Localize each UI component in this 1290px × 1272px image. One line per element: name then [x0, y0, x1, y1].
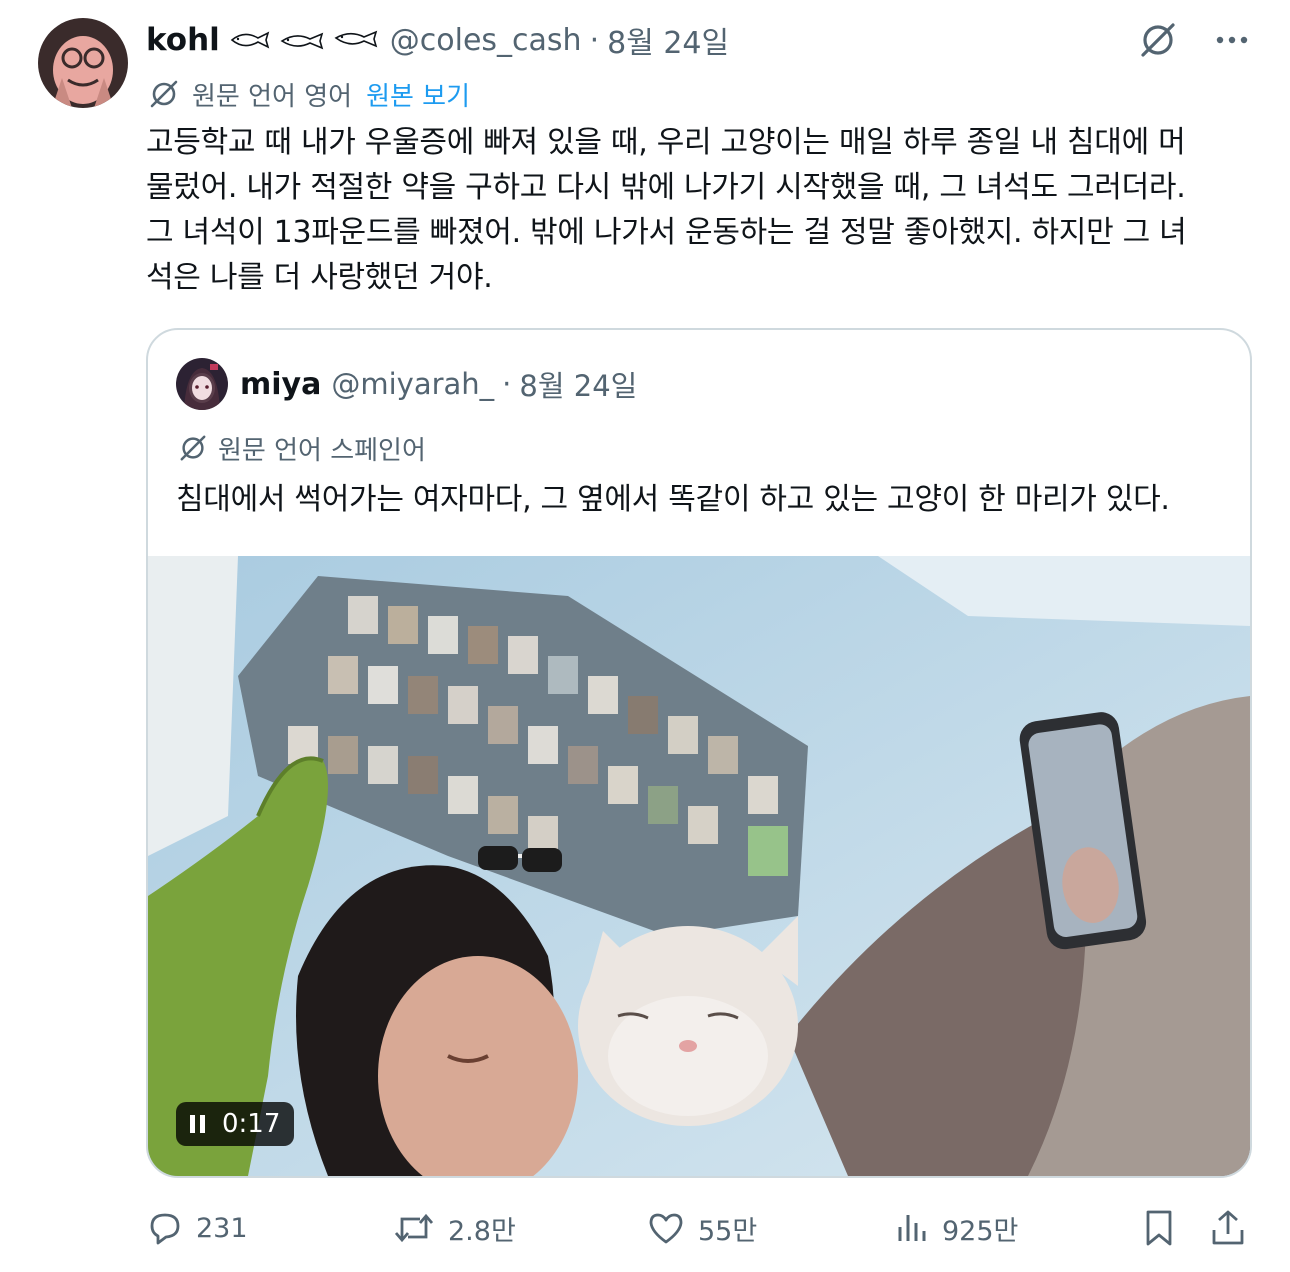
views-button[interactable]: 925만 — [894, 1200, 1018, 1256]
repost-count: 2.8만 — [448, 1215, 516, 1247]
quote-author-handle[interactable]: @miyarah_ — [331, 367, 494, 401]
tweet-top-actions — [1138, 20, 1250, 60]
tweet-date[interactable]: 8월 24일 — [607, 18, 729, 62]
video-frame — [148, 556, 1250, 1176]
fish-icon — [334, 30, 378, 48]
share-icon — [1212, 1210, 1244, 1245]
like-button[interactable]: 55만 — [646, 1200, 757, 1256]
translate-icon — [180, 435, 206, 461]
tweet-header: kohl @coles_cash · 8월 24일 — [146, 18, 729, 62]
separator-dot: · — [589, 22, 600, 58]
heart-icon — [649, 1213, 683, 1244]
quote-separator-dot: · — [502, 367, 512, 401]
translate-icon — [150, 80, 178, 108]
video-time: 0:17 — [222, 1109, 281, 1139]
author-avatar[interactable] — [38, 18, 128, 108]
fish-icon — [280, 32, 324, 50]
fish-emoji-icons — [230, 30, 378, 50]
author-handle[interactable]: @coles_cash — [390, 23, 582, 58]
bookmark-icon — [1146, 1210, 1172, 1246]
share-button[interactable] — [1210, 1200, 1246, 1256]
quote-tweet-card[interactable]: miya @miyarah_ · 8월 24일 원문 언어 스페인어 침대에서 … — [146, 328, 1252, 1178]
tweet-text: 고등학교 때 내가 우울증에 빠져 있을 때, 우리 고양이는 매일 하루 종일… — [146, 125, 1187, 295]
more-options-icon[interactable] — [1214, 20, 1250, 60]
grok-icon[interactable] — [1138, 20, 1178, 60]
quote-date[interactable]: 8월 24일 — [519, 363, 637, 405]
quote-text: 침대에서 썩어가는 여자마다, 그 옆에서 똑같이 하고 있는 고양이 한 마리… — [176, 482, 1170, 517]
quote-translation-label: 원문 언어 스페인어 — [218, 435, 426, 466]
reply-count: 231 — [196, 1212, 248, 1244]
show-original-link[interactable]: 원본 보기 — [366, 76, 470, 113]
repost-icon — [394, 1213, 434, 1243]
like-count: 55만 — [698, 1215, 758, 1247]
repost-button[interactable]: 2.8만 — [392, 1200, 516, 1256]
translation-row: 원문 언어 영어 원본 보기 — [148, 74, 470, 114]
video-player[interactable]: 0:17 — [148, 556, 1250, 1176]
reply-icon — [150, 1213, 180, 1245]
views-chart-icon — [898, 1215, 926, 1241]
quote-header: miya @miyarah_ · 8월 24일 — [240, 364, 637, 404]
bookmark-button[interactable] — [1142, 1200, 1176, 1256]
quote-author-name[interactable]: miya — [240, 367, 321, 402]
views-count: 925만 — [942, 1215, 1019, 1247]
pause-icon[interactable] — [190, 1115, 208, 1133]
video-timer[interactable]: 0:17 — [176, 1102, 295, 1146]
fish-icon — [230, 31, 270, 49]
quote-author-avatar[interactable] — [176, 358, 228, 410]
tweet-action-bar: 231 2.8만 55만 925만 — [146, 1200, 1252, 1256]
reply-button[interactable]: 231 — [146, 1200, 248, 1256]
translation-label: 원문 언어 영어 — [192, 81, 353, 112]
quote-translation-row: 원문 언어 스페인어 — [178, 430, 426, 466]
author-name[interactable]: kohl — [146, 22, 220, 58]
